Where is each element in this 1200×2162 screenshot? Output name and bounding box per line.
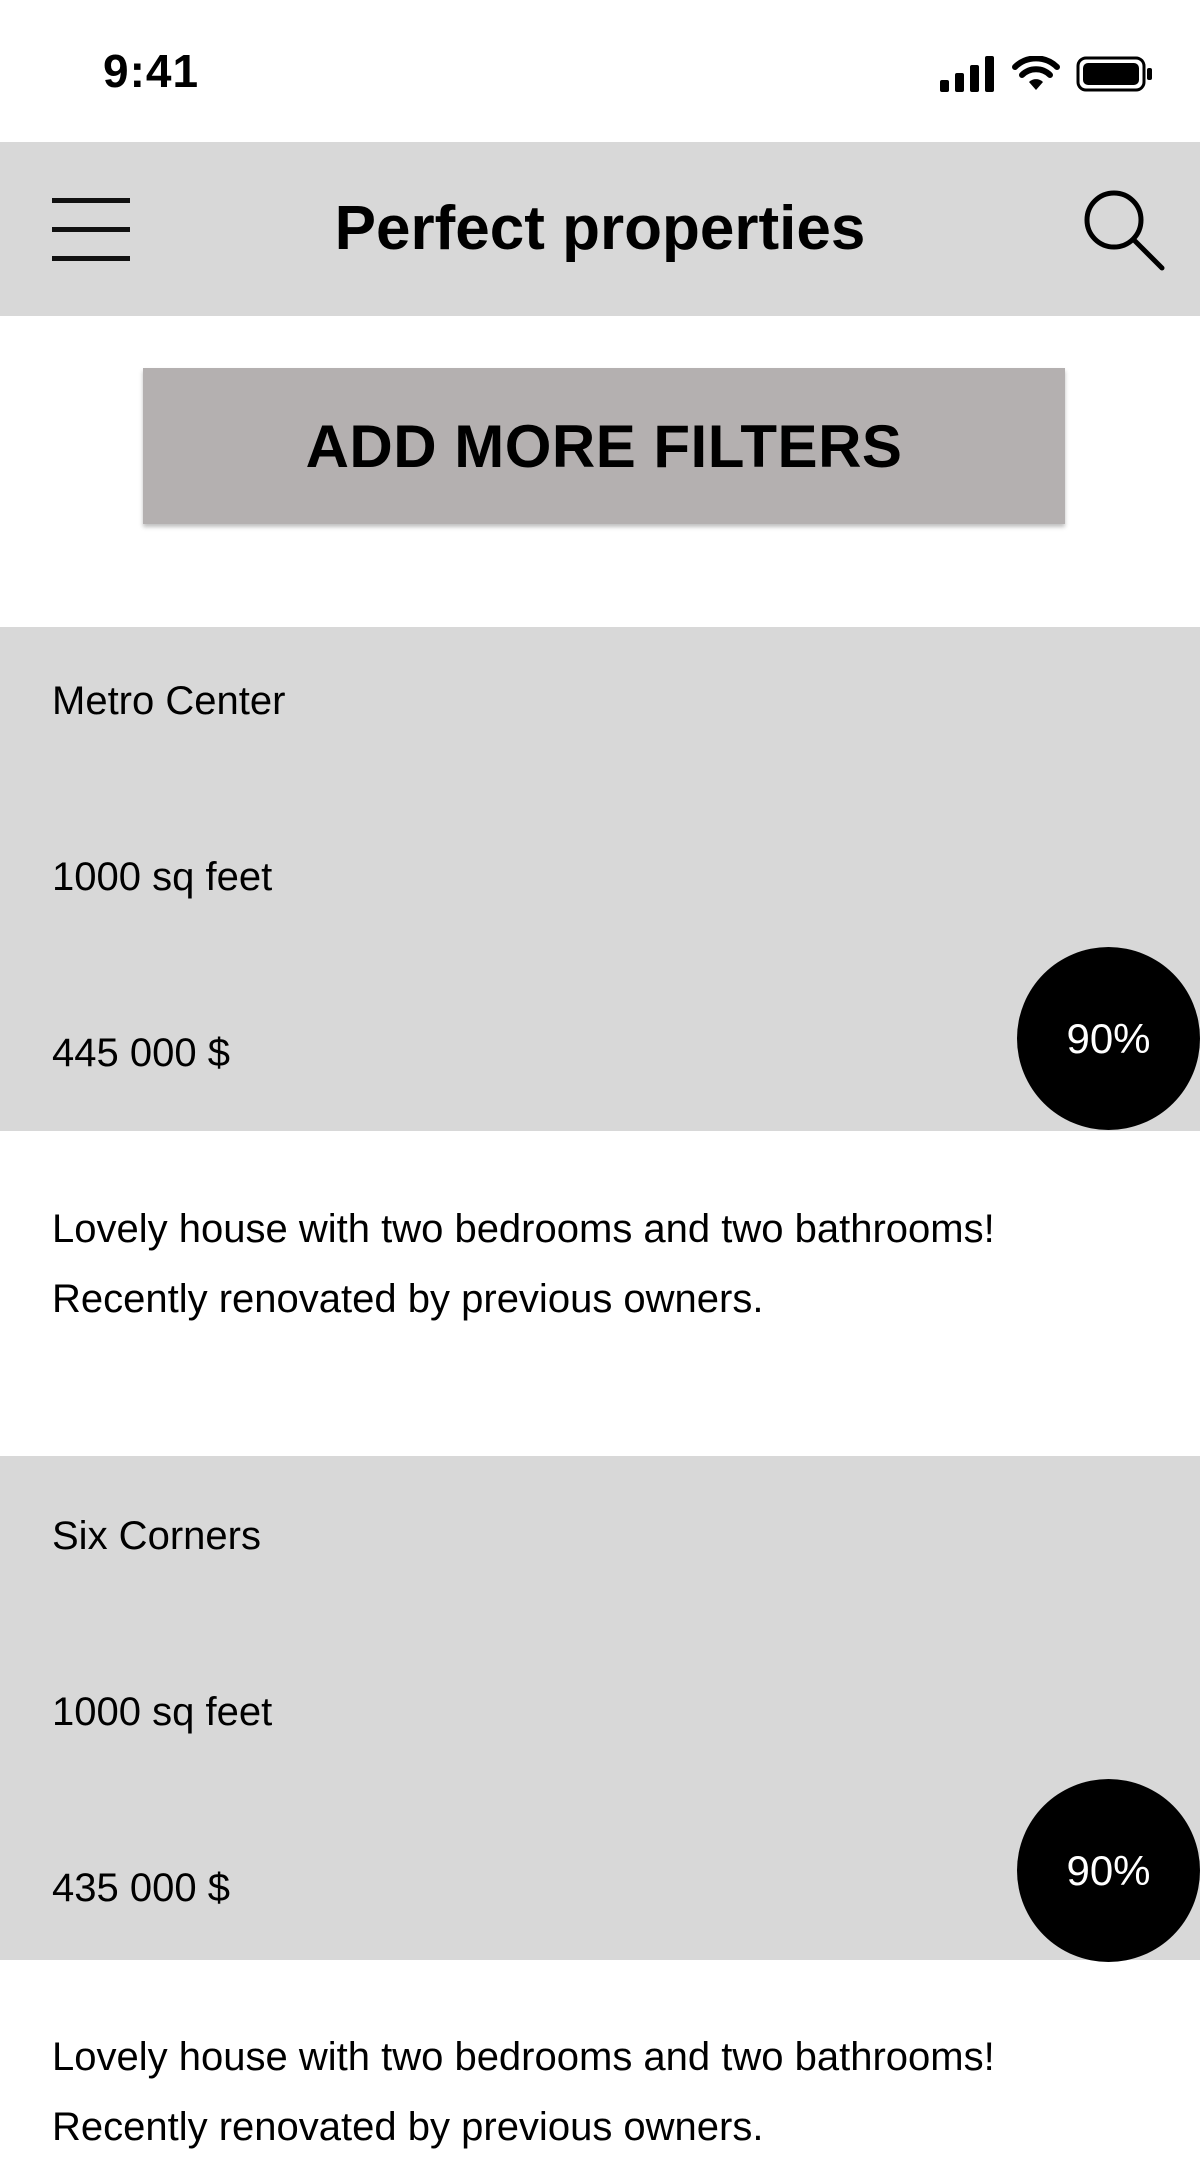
match-badge: 90% bbox=[1017, 1779, 1200, 1962]
property-card[interactable]: Metro Center 1000 sq feet 445 000 $ 90% bbox=[0, 627, 1200, 1131]
match-badge: 90% bbox=[1017, 947, 1200, 1130]
page-title: Perfect properties bbox=[334, 194, 866, 263]
property-name: Six Corners bbox=[52, 1514, 261, 1558]
property-area: 1000 sq feet bbox=[52, 1690, 273, 1734]
battery-icon bbox=[1076, 56, 1152, 92]
property-name: Metro Center bbox=[52, 679, 286, 723]
description-line: Recently renovated by previous owners. bbox=[52, 1277, 764, 1321]
signal-icon bbox=[940, 56, 994, 92]
property-description: Lovely house with two bedrooms and two b… bbox=[52, 2022, 1172, 2162]
property-price: 445 000 $ bbox=[52, 1031, 230, 1075]
menu-bar-line bbox=[52, 227, 130, 232]
property-card[interactable]: Six Corners 1000 sq feet 435 000 $ 90% bbox=[0, 1456, 1200, 1962]
status-bar: 9:41 bbox=[0, 0, 1200, 142]
hamburger-menu-icon[interactable] bbox=[52, 198, 130, 262]
add-more-filters-button[interactable]: ADD MORE FILTERS bbox=[143, 368, 1065, 524]
description-line: Recently renovated by previous owners. bbox=[52, 2105, 764, 2149]
description-line: Lovely house with two bedrooms and two b… bbox=[52, 1207, 995, 1251]
property-area: 1000 sq feet bbox=[52, 855, 273, 899]
status-time: 9:41 bbox=[103, 45, 200, 97]
menu-bar-line bbox=[52, 256, 130, 261]
wifi-icon bbox=[1012, 56, 1060, 90]
menu-bar-line bbox=[52, 198, 130, 203]
property-description: Lovely house with two bedrooms and two b… bbox=[52, 1194, 1172, 1334]
app-header: Perfect properties bbox=[0, 142, 1200, 316]
search-icon[interactable] bbox=[1080, 186, 1166, 272]
description-line: Lovely house with two bedrooms and two b… bbox=[52, 2035, 995, 2079]
status-icons bbox=[940, 54, 1154, 94]
property-price: 435 000 $ bbox=[52, 1866, 230, 1910]
